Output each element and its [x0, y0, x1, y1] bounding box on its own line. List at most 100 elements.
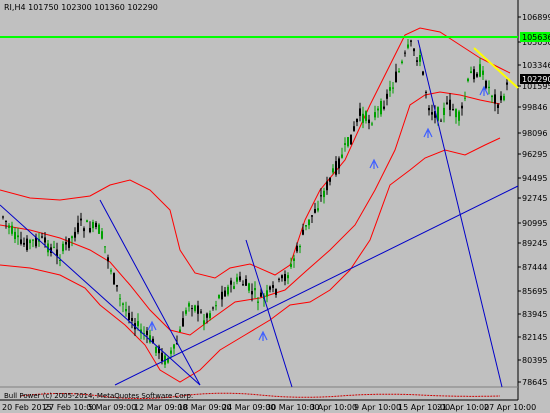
- time-labels: 20 Feb 201527 Feb 10:005 Mar 09:0012 Mar…: [2, 403, 536, 412]
- candle-body: [119, 298, 121, 300]
- candle-body: [368, 119, 370, 124]
- candle-body: [287, 275, 289, 279]
- candle-body: [248, 283, 250, 291]
- candle-body: [449, 99, 451, 110]
- candle-body: [41, 236, 43, 238]
- candle-body: [494, 94, 496, 104]
- candle-body: [95, 222, 97, 227]
- trendline-down-2[interactable]: [99, 199, 201, 386]
- candle-body: [23, 242, 25, 245]
- candle-body: [392, 87, 394, 89]
- candle-body: [335, 161, 337, 175]
- candle-body: [458, 111, 460, 121]
- candle-body: [2, 216, 4, 218]
- candle-body: [401, 61, 403, 63]
- price-label: 103346: [522, 61, 550, 70]
- candle-body: [359, 108, 361, 116]
- time-label: 9 Apr 10:00: [354, 403, 401, 412]
- candle-body: [320, 195, 322, 197]
- candle-body: [122, 303, 124, 305]
- candle-body: [89, 228, 91, 233]
- arrow-markers: [147, 85, 489, 341]
- candle-body: [344, 143, 346, 145]
- candle-body: [416, 60, 418, 62]
- candlesticks: [2, 39, 508, 368]
- candle-body: [128, 312, 130, 320]
- candle-body: [299, 246, 301, 248]
- candle-body: [188, 303, 190, 307]
- price-label: 90995: [522, 219, 547, 228]
- candle-body: [104, 246, 106, 248]
- candle-body: [131, 318, 133, 321]
- candle-body: [239, 276, 241, 281]
- candle-body: [221, 291, 223, 300]
- candle-body: [362, 113, 364, 123]
- price-label: 106899: [522, 13, 550, 22]
- candle-body: [173, 344, 175, 349]
- candle-body: [185, 310, 187, 314]
- chart-window[interactable]: RI,H4 101750 102300 101360 102290 106899…: [0, 0, 550, 413]
- candle-body: [242, 284, 244, 286]
- subwindow-label: Bull Power (c) 2005-2014, MetaQuotes Sof…: [4, 392, 193, 400]
- candle-body: [473, 69, 475, 80]
- time-label: 3 Apr 10:00: [310, 403, 357, 412]
- candle-body: [398, 71, 400, 73]
- candle-body: [218, 295, 220, 299]
- candle-body: [215, 305, 217, 307]
- symbol-header: RI,H4 101750 102300 101360 102290: [4, 3, 158, 12]
- candle-body: [428, 108, 430, 111]
- candle-body: [479, 64, 481, 77]
- candle-body: [92, 222, 94, 229]
- candle-body: [155, 346, 157, 353]
- candle-body: [203, 320, 205, 325]
- candle-body: [98, 224, 100, 234]
- candle-body: [491, 95, 493, 98]
- price-label: 92745: [522, 194, 547, 203]
- price-label: 89245: [522, 239, 547, 248]
- trendline-down-3[interactable]: [245, 239, 293, 388]
- candle-body: [110, 270, 112, 272]
- resistance-tag-label: 105636: [522, 33, 550, 42]
- candle-body: [200, 311, 202, 313]
- candle-body: [470, 71, 472, 74]
- candle-body: [269, 286, 271, 290]
- candle-body: [272, 285, 274, 288]
- candle-body: [311, 215, 313, 217]
- candle-body: [350, 134, 352, 145]
- candle-body: [305, 225, 307, 227]
- candle-body: [482, 70, 484, 75]
- candle-body: [329, 177, 331, 182]
- candle-body: [407, 44, 409, 48]
- candle-body: [194, 305, 196, 311]
- candle-body: [281, 275, 283, 279]
- candle-body: [410, 40, 412, 42]
- candle-body: [233, 286, 235, 289]
- candle-body: [227, 286, 229, 295]
- candle-body: [275, 289, 277, 295]
- candle-body: [53, 246, 55, 248]
- candle-body: [8, 225, 10, 228]
- trendline-up[interactable]: [114, 185, 519, 386]
- candle-body: [353, 126, 355, 131]
- candle-body: [374, 112, 376, 118]
- candle-body: [488, 86, 490, 89]
- price-label: 85695: [522, 287, 547, 296]
- candle-body: [296, 245, 298, 252]
- candle-body: [500, 95, 502, 101]
- candle-body: [77, 222, 79, 233]
- candle-body: [11, 225, 13, 234]
- candle-body: [386, 93, 388, 99]
- candle-body: [323, 190, 325, 198]
- candle-body: [389, 87, 391, 91]
- candle-body: [413, 48, 415, 52]
- candle-body: [332, 168, 334, 173]
- candle-body: [74, 231, 76, 238]
- candle-body: [347, 137, 349, 147]
- time-label: 5 Mar 09:00: [88, 403, 136, 412]
- candle-body: [5, 220, 7, 222]
- candle-body: [404, 52, 406, 54]
- candle-body: [422, 71, 424, 75]
- candle-body: [20, 239, 22, 244]
- candle-body: [440, 120, 442, 122]
- candle-body: [308, 219, 310, 226]
